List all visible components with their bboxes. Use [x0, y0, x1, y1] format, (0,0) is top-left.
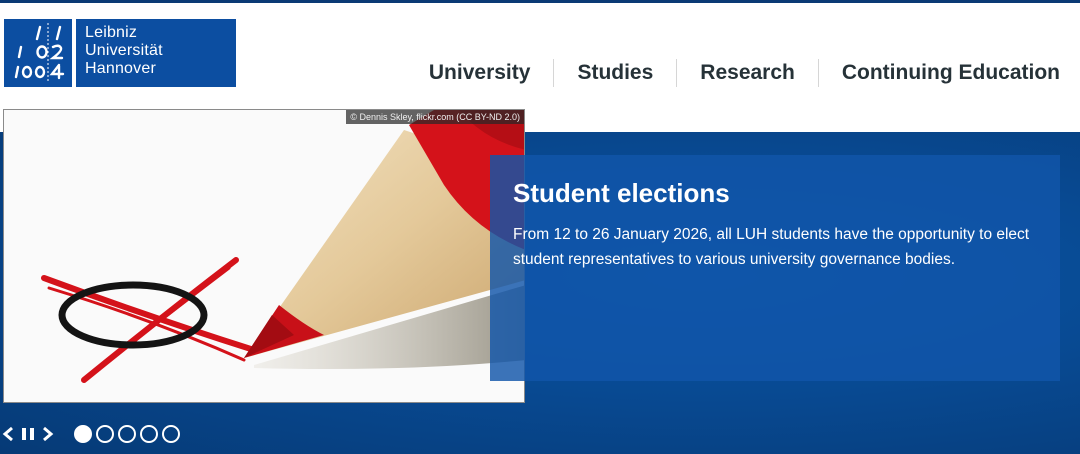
slide-description: From 12 to 26 January 2026, all LUH stud… — [513, 226, 1030, 268]
slider-controls — [0, 423, 184, 445]
slide-image[interactable]: © Dennis Skley, flickr.com (CC BY-ND 2.0… — [3, 109, 525, 403]
nav-item-continuing-education[interactable]: Continuing Education — [819, 58, 1060, 88]
logo-mark-icon — [4, 19, 72, 87]
top-accent-bar — [0, 0, 1080, 3]
previous-slide-icon[interactable] — [0, 424, 16, 444]
slide-dot-1[interactable] — [74, 425, 92, 443]
slide-dot-3[interactable] — [118, 425, 136, 443]
photo-credit: © Dennis Skley, flickr.com (CC BY-ND 2.0… — [346, 110, 524, 124]
logo-line-1: Leibniz — [85, 24, 138, 41]
main-navigation: University Studies Research Continuing E… — [406, 58, 1060, 88]
nav-item-studies[interactable]: Studies — [554, 58, 676, 88]
logo-line-2: Universität — [85, 42, 163, 59]
slide-dot-2[interactable] — [96, 425, 114, 443]
slide-pagination — [74, 425, 184, 443]
logo-line-3: Hannover — [85, 60, 156, 77]
slide-title[interactable]: Student elections — [513, 177, 1040, 209]
next-slide-icon[interactable] — [40, 424, 56, 444]
logo-wordmark: Leibniz Universität Hannover — [76, 19, 236, 87]
pause-icon[interactable] — [18, 424, 38, 444]
slide-dot-5[interactable] — [162, 425, 180, 443]
nav-item-research[interactable]: Research — [677, 58, 818, 88]
slide-caption-panel[interactable]: Student elections From 12 to 26 January … — [490, 155, 1060, 381]
university-logo[interactable]: Leibniz Universität Hannover — [4, 19, 236, 87]
nav-item-university[interactable]: University — [406, 58, 554, 88]
slide-dot-4[interactable] — [140, 425, 158, 443]
